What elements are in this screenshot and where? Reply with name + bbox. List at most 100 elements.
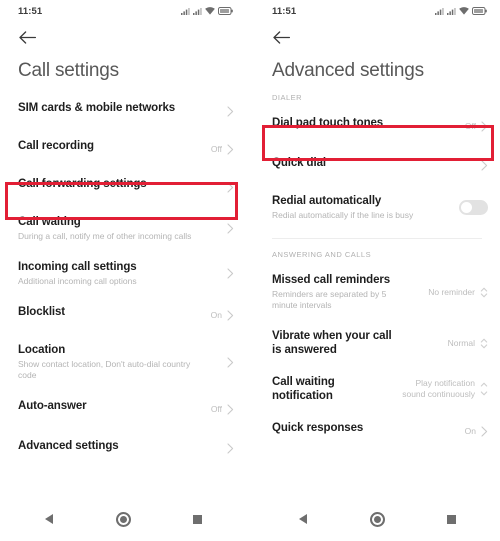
dual-screenshot-container: 11:51 Call settings SIM cards & mobile n… xyxy=(0,0,500,541)
list-item-advanced-settings[interactable]: Advanced settings xyxy=(0,428,246,468)
call-settings-list: SIM cards & mobile networks Call recordi… xyxy=(0,84,246,497)
list-item-title: Incoming call settings xyxy=(18,261,137,273)
row-control: Off xyxy=(211,404,234,415)
list-item-title: Advanced settings xyxy=(18,440,119,452)
row-text-block: Blocklist xyxy=(18,296,211,328)
nav-bar-right xyxy=(254,497,500,541)
nav-back-icon[interactable] xyxy=(293,509,313,529)
chevron-right-icon xyxy=(227,309,234,321)
list-item-subtitle: Reminders are separated by 5 minute inte… xyxy=(272,289,387,310)
toggle-knob xyxy=(461,202,472,213)
list-item-dial-pad-touch-tones[interactable]: Dial pad touch tones Off xyxy=(254,107,500,145)
chevron-right-icon xyxy=(481,120,488,132)
row-control xyxy=(227,181,234,193)
list-item-incoming-call-settings[interactable]: Incoming call settings Additional incomi… xyxy=(0,251,246,296)
row-control xyxy=(459,200,488,215)
signal-bars-icon xyxy=(193,7,202,15)
list-item-call-recording[interactable]: Call recording Off xyxy=(0,130,246,168)
redial-automatically-toggle[interactable] xyxy=(459,200,488,215)
list-item-title: Location xyxy=(18,344,66,356)
list-item-subtitle: During a call, notify me of other incomi… xyxy=(18,231,192,241)
top-bar-left xyxy=(0,22,246,52)
back-arrow-icon[interactable] xyxy=(16,26,38,48)
row-control: Normal xyxy=(448,337,488,350)
wifi-icon xyxy=(205,7,215,15)
row-control: On xyxy=(465,426,488,437)
list-item-call-waiting[interactable]: Call waiting During a call, notify me of… xyxy=(0,206,246,251)
row-text-block: Call forwarding settings xyxy=(18,168,227,200)
top-bar-right xyxy=(254,22,500,52)
list-item-title: Blocklist xyxy=(18,306,66,318)
row-text-block: Missed call reminders Reminders are sepa… xyxy=(272,264,428,320)
list-item-title: Call recording xyxy=(18,140,94,152)
chevron-right-icon xyxy=(227,181,234,193)
advanced-settings-list: DIALER Dial pad touch tones Off Quick di… xyxy=(254,84,500,497)
list-item-title: Missed call reminders xyxy=(272,274,391,286)
list-item-subtitle: Additional incoming call options xyxy=(18,276,137,286)
section-divider xyxy=(272,238,482,239)
list-item-title: Vibrate when your call is answered xyxy=(272,330,392,356)
list-item-blocklist[interactable]: Blocklist On xyxy=(0,296,246,334)
list-item-quick-dial[interactable]: Quick dial xyxy=(254,145,500,185)
wifi-icon xyxy=(459,7,469,15)
chevron-right-icon xyxy=(227,143,234,155)
nav-recents-icon[interactable] xyxy=(441,509,461,529)
list-item-subtitle: Show contact location, Don't auto-dial c… xyxy=(18,359,191,380)
list-item-title: Auto-answer xyxy=(18,400,87,412)
list-item-auto-answer[interactable]: Auto-answer Off xyxy=(0,390,246,428)
right-phone-screen: 11:51 Advanced settings DIALER Dial pad … xyxy=(254,0,500,541)
nav-home-icon[interactable] xyxy=(367,509,387,529)
list-item-vibrate-when-answered[interactable]: Vibrate when your call is answered Norma… xyxy=(254,320,500,366)
list-item-title: Call waiting xyxy=(18,216,81,228)
list-item-missed-call-reminders[interactable]: Missed call reminders Reminders are sepa… xyxy=(254,264,500,320)
nav-recents-icon[interactable] xyxy=(187,509,207,529)
chevron-right-icon xyxy=(227,403,234,415)
row-text-block: Call waiting notification xyxy=(272,366,391,412)
stepper-updown-icon xyxy=(480,287,488,297)
status-clock: 11:51 xyxy=(18,5,43,17)
signal-bars-icon xyxy=(447,7,456,15)
row-control xyxy=(227,268,234,279)
list-item-call-forwarding[interactable]: Call forwarding settings xyxy=(0,168,246,206)
list-item-value: Off xyxy=(210,403,222,414)
list-item-title: Call forwarding settings xyxy=(18,178,147,190)
stepper-updown-icon xyxy=(480,382,488,396)
page-title: Advanced settings xyxy=(272,60,424,81)
signal-bars-icon xyxy=(435,7,444,15)
list-item-location[interactable]: Location Show contact location, Don't au… xyxy=(0,334,246,390)
row-control: On xyxy=(211,310,234,321)
left-phone-screen: 11:51 Call settings SIM cards & mobile n… xyxy=(0,0,246,541)
back-arrow-icon[interactable] xyxy=(270,26,292,48)
row-text-block: Quick dial xyxy=(272,145,481,181)
row-control xyxy=(227,356,234,368)
row-text-block: Redial automatically Redial automaticall… xyxy=(272,185,459,230)
list-item-title: Quick responses xyxy=(272,422,364,434)
status-icon-group xyxy=(435,7,487,15)
nav-back-icon[interactable] xyxy=(39,509,59,529)
list-item-sim-cards[interactable]: SIM cards & mobile networks xyxy=(0,92,246,130)
list-item-value: Off xyxy=(464,120,476,131)
status-bar-right: 11:51 xyxy=(254,0,500,22)
list-item-value: On xyxy=(210,309,222,320)
row-control xyxy=(481,159,488,171)
row-text-block: Advanced settings xyxy=(18,428,227,464)
nav-home-icon[interactable] xyxy=(113,509,133,529)
row-text-block: Call recording xyxy=(18,130,211,162)
chevron-right-icon xyxy=(481,425,488,437)
row-control: Off xyxy=(211,144,234,155)
page-title: Call settings xyxy=(18,60,119,81)
row-text-block: Quick responses xyxy=(272,412,465,444)
list-item-subtitle: Redial automatically if the line is busy xyxy=(272,210,414,220)
list-item-value: Play notification sound continuously xyxy=(402,378,475,399)
chevron-right-icon xyxy=(227,105,234,117)
list-item-redial-automatically[interactable]: Redial automatically Redial automaticall… xyxy=(254,185,500,230)
status-bar-left: 11:51 xyxy=(0,0,246,22)
list-item-call-waiting-notification[interactable]: Call waiting notification Play notificat… xyxy=(254,366,500,412)
section-header-dialer: DIALER xyxy=(272,93,303,102)
list-item-title: Quick dial xyxy=(272,157,326,169)
row-text-block: Incoming call settings Additional incomi… xyxy=(18,251,227,296)
signal-bars-icon xyxy=(181,7,190,15)
list-item-title: Call waiting notification xyxy=(272,376,335,402)
row-text-block: Auto-answer xyxy=(18,390,211,422)
list-item-quick-responses[interactable]: Quick responses On xyxy=(254,412,500,450)
